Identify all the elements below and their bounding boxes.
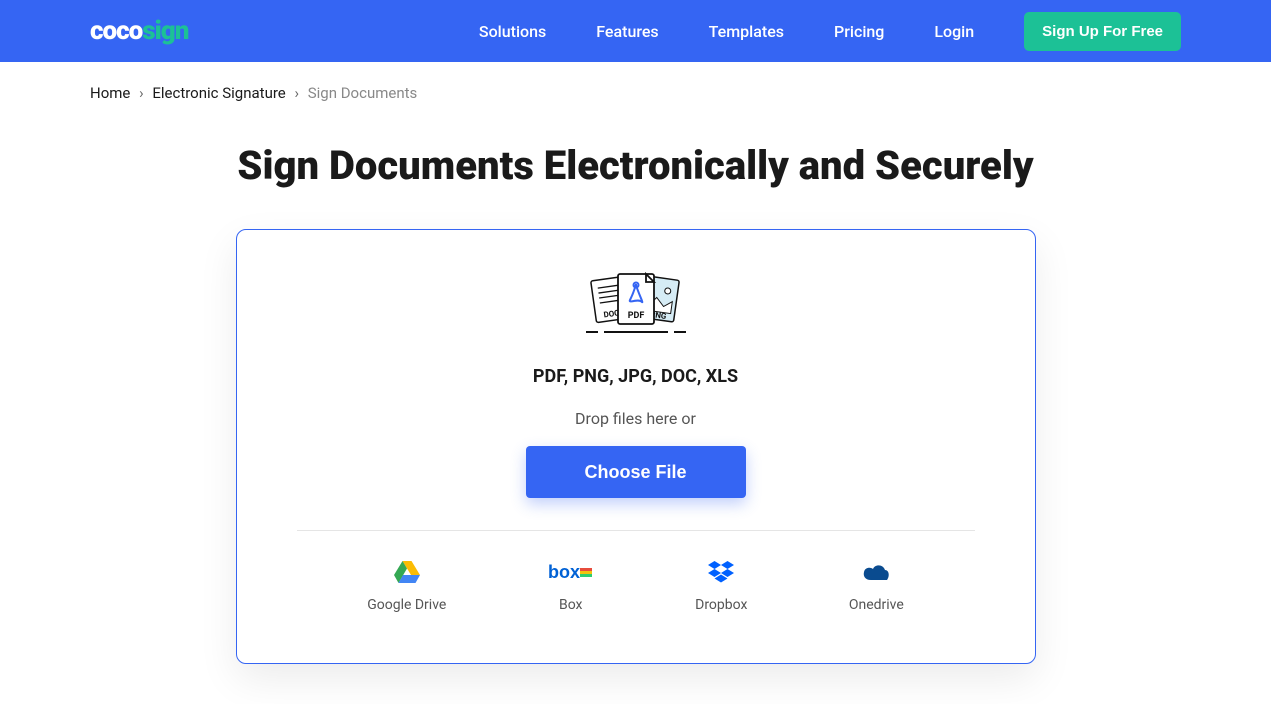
nav-features[interactable]: Features xyxy=(596,22,658,41)
cloud-providers: Google Drive box Box xyxy=(297,561,975,613)
supported-formats: PDF, PNG, JPG, DOC, XLS xyxy=(297,366,975,387)
upload-card: DOC PNG PDF PDF, PNG, JPG, DOC, X xyxy=(236,229,1036,664)
file-type-icons: DOC PNG PDF xyxy=(297,270,975,340)
provider-dropbox[interactable]: Dropbox xyxy=(695,561,747,613)
logo[interactable]: cocosign xyxy=(90,16,188,46)
provider-box[interactable]: box Box xyxy=(548,561,594,613)
breadcrumb-separator: › xyxy=(139,84,144,102)
breadcrumb-home[interactable]: Home xyxy=(90,84,130,102)
box-icon: box xyxy=(548,561,594,583)
provider-label: Onedrive xyxy=(849,597,904,613)
choose-file-button[interactable]: Choose File xyxy=(526,446,746,498)
provider-label: Box xyxy=(548,597,594,613)
breadcrumb-current: Sign Documents xyxy=(308,84,418,102)
breadcrumb: Home › Electronic Signature › Sign Docum… xyxy=(0,62,1271,124)
provider-google-drive[interactable]: Google Drive xyxy=(367,561,446,613)
dropbox-icon xyxy=(695,561,747,583)
divider xyxy=(297,530,975,531)
main-header: cocosign Solutions Features Templates Pr… xyxy=(0,0,1271,62)
breadcrumb-esig[interactable]: Electronic Signature xyxy=(152,84,285,102)
drop-instruction: Drop files here or xyxy=(297,409,975,428)
provider-onedrive[interactable]: Onedrive xyxy=(849,561,904,613)
pdf-label: PDF xyxy=(627,311,644,321)
nav-solutions[interactable]: Solutions xyxy=(479,22,546,41)
page-title: Sign Documents Electronically and Secure… xyxy=(0,142,1271,189)
google-drive-icon xyxy=(367,561,446,583)
main-nav: Solutions Features Templates Pricing Log… xyxy=(479,12,1181,51)
onedrive-icon xyxy=(849,561,904,583)
logo-text-2: sign xyxy=(142,16,188,46)
svg-text:box: box xyxy=(548,562,580,582)
provider-label: Google Drive xyxy=(367,597,446,613)
nav-pricing[interactable]: Pricing xyxy=(834,22,884,41)
breadcrumb-separator: › xyxy=(294,84,299,102)
logo-text-1: coco xyxy=(90,16,142,46)
provider-label: Dropbox xyxy=(695,597,747,613)
signup-button[interactable]: Sign Up For Free xyxy=(1024,12,1181,51)
nav-templates[interactable]: Templates xyxy=(709,22,784,41)
nav-login[interactable]: Login xyxy=(934,22,974,41)
